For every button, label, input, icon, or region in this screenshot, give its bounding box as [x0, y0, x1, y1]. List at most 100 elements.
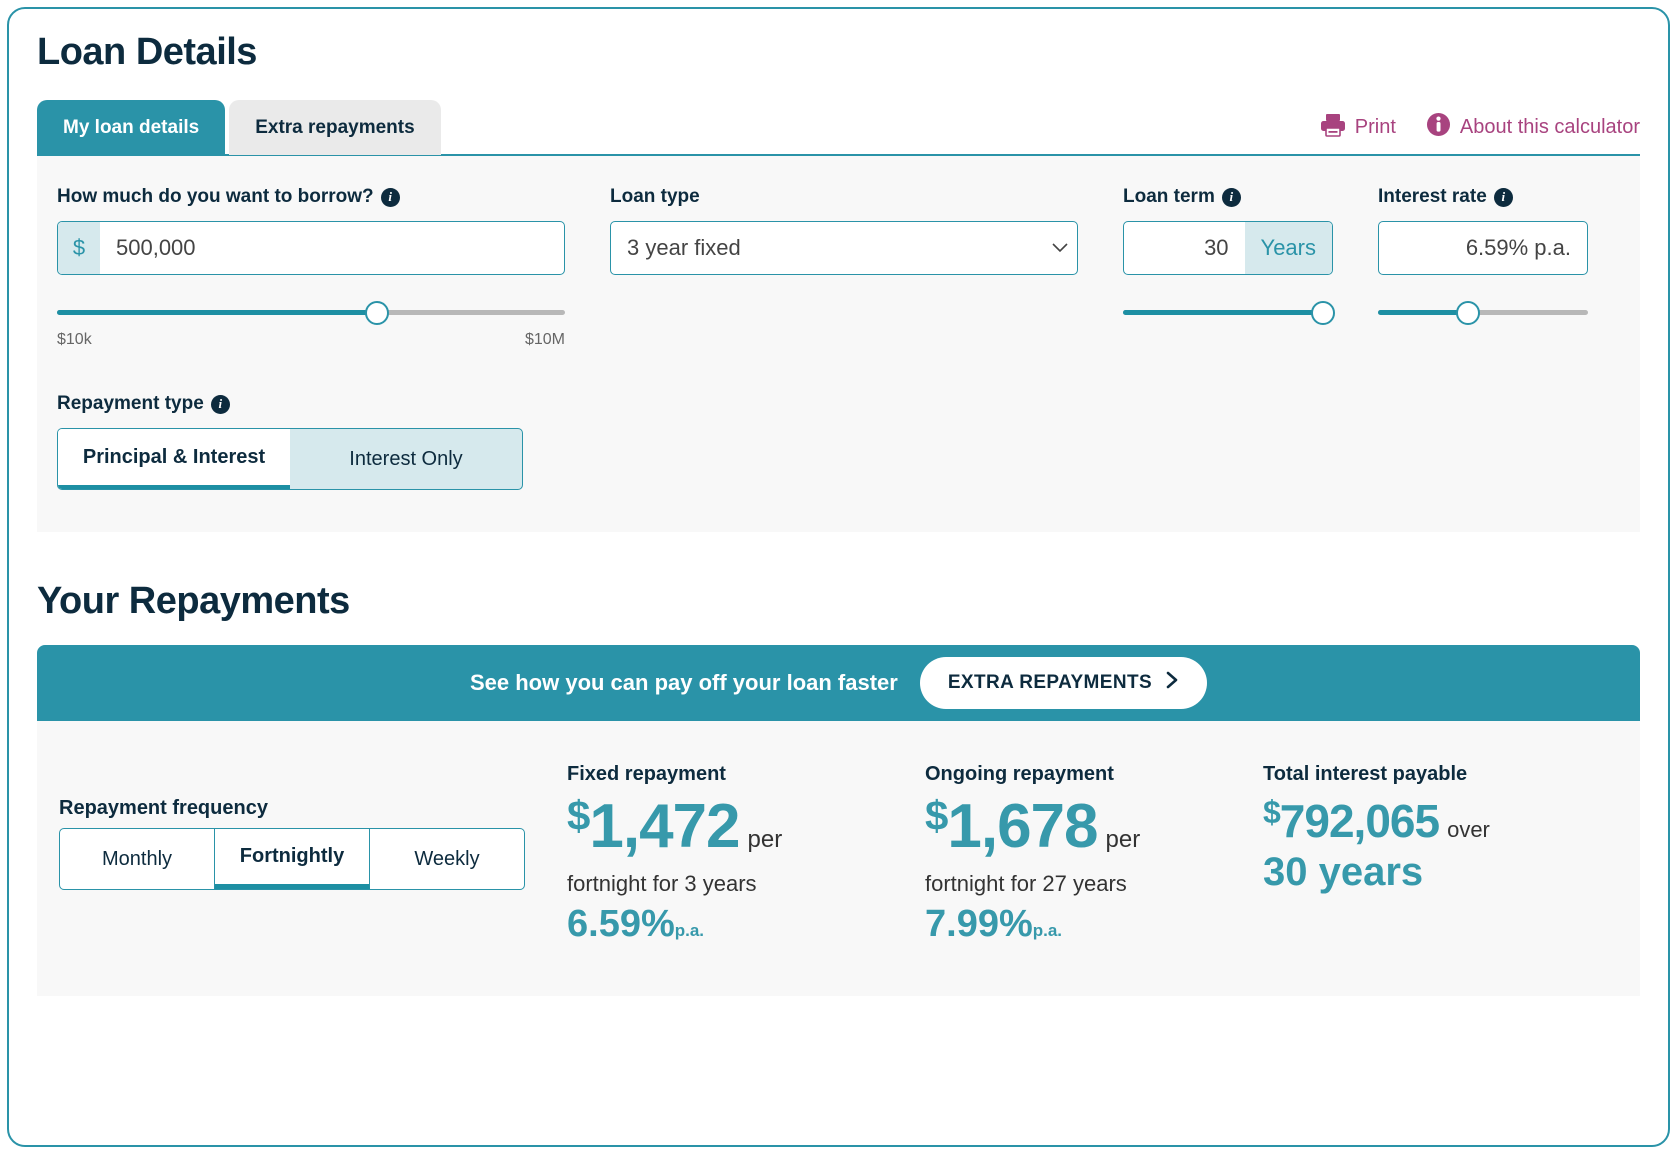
repayment-type-group: Repayment type i Principal & Interest In… [57, 393, 1620, 490]
borrow-amount-field[interactable]: $ 500,000 [57, 221, 565, 275]
fixed-rate-line: 6.59% p.a. [567, 903, 925, 946]
loan-term-label: Loan term i [1123, 186, 1333, 208]
loan-term-label-text: Loan term [1123, 186, 1215, 207]
fixed-rate: 6.59% [567, 903, 675, 946]
about-calculator-button[interactable]: About this calculator [1426, 112, 1640, 143]
frequency-monthly[interactable]: Monthly [60, 829, 215, 889]
total-interest-amount-line: $792,065 over [1263, 794, 1618, 848]
fixed-rate-suffix: p.a. [674, 921, 705, 941]
page-title: Loan Details [37, 31, 257, 73]
fixed-currency: $ [567, 792, 590, 839]
ongoing-rate: 7.99% [925, 903, 1033, 946]
page-body: Loan Details My loan details Extra repay… [9, 9, 1668, 997]
repayment-type-principal-interest[interactable]: Principal & Interest [58, 429, 290, 489]
borrow-amount-group: How much do you want to borrow? i $ 500,… [57, 186, 565, 349]
loan-type-label-text: Loan type [610, 186, 700, 207]
total-interest-group: Total interest payable $792,065 over 30 … [1263, 763, 1618, 895]
interest-rate-input[interactable]: 6.59% p.a. [1379, 222, 1587, 274]
borrow-amount-label-text: How much do you want to borrow? [57, 186, 374, 207]
repayment-type-label: Repayment type i [57, 393, 1620, 415]
borrow-amount-input[interactable]: 500,000 [100, 222, 564, 274]
slider-thumb[interactable] [1456, 301, 1481, 325]
repayments-section-title: Your Repayments [37, 580, 350, 622]
fixed-repayment-amount-line: $1,472 per [567, 792, 925, 861]
print-button[interactable]: Print [1320, 113, 1396, 143]
ongoing-rate-suffix: p.a. [1032, 921, 1063, 941]
extra-repayments-banner: See how you can pay off your loan faster… [37, 645, 1640, 721]
slider-fill [57, 310, 378, 315]
loan-term-input[interactable]: 30 [1124, 222, 1245, 274]
about-label: About this calculator [1459, 116, 1640, 138]
loan-type-select[interactable]: 3 year fixed [610, 221, 1078, 275]
interest-rate-field[interactable]: 6.59% p.a. [1378, 221, 1588, 275]
ongoing-repayment-amount: $1,678 [925, 792, 1099, 861]
total-interest-years: 30 years [1263, 850, 1424, 894]
loan-type-label: Loan type [610, 186, 1078, 208]
slider-fill [1378, 310, 1469, 315]
total-over-label: over [1447, 817, 1490, 842]
tab-my-loan-details[interactable]: My loan details [37, 100, 226, 155]
slider-max-label: $10M [524, 331, 565, 348]
tab-actions: Print About this calculator [1320, 112, 1640, 155]
borrow-amount-slider[interactable] [57, 301, 565, 325]
frequency-fortnightly[interactable]: Fortnightly [215, 829, 370, 889]
loan-details-panel: How much do you want to borrow? i $ 500,… [37, 156, 1640, 532]
chevron-down-icon[interactable] [1043, 222, 1077, 274]
info-circle-icon [1426, 112, 1451, 143]
loan-type-value: 3 year fixed [627, 235, 741, 260]
dollar-prefix: $ [58, 222, 100, 274]
loan-term-info-icon[interactable]: i [1221, 187, 1241, 207]
tabs-row: My loan details Extra repayments Print A… [37, 100, 1640, 155]
loan-term-group: Loan term i 30 Years [1123, 186, 1335, 325]
ongoing-amount-value: 1,678 [947, 792, 1098, 861]
extra-repayments-button-label: EXTRA REPAYMENTS [947, 672, 1153, 693]
fixed-repayment-sub: fortnight for 3 years [567, 871, 757, 897]
tab-list: My loan details Extra repayments [37, 100, 441, 155]
ongoing-repayment-label: Ongoing repayment [925, 763, 1114, 785]
slider-thumb[interactable] [1310, 301, 1335, 325]
loan-term-field[interactable]: 30 Years [1123, 221, 1333, 275]
repayment-type-label-text: Repayment type [57, 393, 204, 414]
fixed-amount-value: 1,472 [589, 792, 740, 861]
fixed-repayment-group: Fixed repayment $1,472 per fortnight for… [567, 763, 925, 946]
tab-extra-repayments[interactable]: Extra repayments [229, 100, 441, 155]
ongoing-repayment-group: Ongoing repayment $1,678 per fortnight f… [925, 763, 1263, 946]
calculator-frame: Loan Details My loan details Extra repay… [7, 7, 1670, 1147]
loan-term-unit: Years [1244, 222, 1332, 274]
interest-rate-slider[interactable] [1378, 301, 1588, 325]
repayment-frequency-label: Repayment frequency [59, 797, 268, 819]
slider-fill [1123, 310, 1323, 315]
fixed-repayment-label: Fixed repayment [567, 763, 726, 785]
extra-repayments-button[interactable]: EXTRA REPAYMENTS [919, 657, 1208, 709]
frequency-group: Repayment frequency Monthly Fortnightly … [59, 763, 567, 890]
print-label: Print [1354, 116, 1396, 138]
ongoing-per-label: per [1105, 826, 1141, 853]
total-interest-amount: $792,065 [1263, 794, 1440, 848]
ongoing-repayment-sub: fortnight for 27 years [925, 871, 1127, 897]
borrow-slider-range: $10k $10M [57, 331, 565, 349]
interest-rate-group: Interest rate i 6.59% p.a. [1378, 186, 1588, 325]
inputs-grid: How much do you want to borrow? i $ 500,… [57, 186, 1620, 349]
results-panel: Repayment frequency Monthly Fortnightly … [37, 721, 1640, 997]
printer-icon [1320, 113, 1346, 143]
total-interest-label: Total interest payable [1263, 763, 1468, 785]
slider-min-label: $10k [57, 331, 92, 348]
interest-rate-info-icon[interactable]: i [1493, 187, 1513, 207]
loan-term-slider[interactable] [1123, 301, 1335, 325]
frequency-weekly[interactable]: Weekly [370, 829, 524, 889]
borrow-info-icon[interactable]: i [380, 187, 400, 207]
interest-rate-label: Interest rate i [1378, 186, 1588, 208]
repayment-type-interest-only[interactable]: Interest Only [290, 429, 522, 489]
borrow-amount-label: How much do you want to borrow? i [57, 186, 565, 208]
repayment-type-info-icon[interactable]: i [210, 394, 230, 414]
repayment-type-toggle: Principal & Interest Interest Only [57, 428, 523, 490]
fixed-per-label: per [747, 826, 783, 853]
ongoing-currency: $ [925, 792, 948, 839]
ongoing-rate-line: 7.99% p.a. [925, 903, 1263, 946]
total-currency: $ [1263, 794, 1281, 830]
slider-thumb[interactable] [365, 301, 390, 325]
repayment-frequency-toggle: Monthly Fortnightly Weekly [59, 828, 525, 890]
interest-rate-label-text: Interest rate [1378, 186, 1487, 207]
ongoing-repayment-amount-line: $1,678 per [925, 792, 1263, 861]
fixed-repayment-amount: $1,472 [567, 792, 741, 861]
